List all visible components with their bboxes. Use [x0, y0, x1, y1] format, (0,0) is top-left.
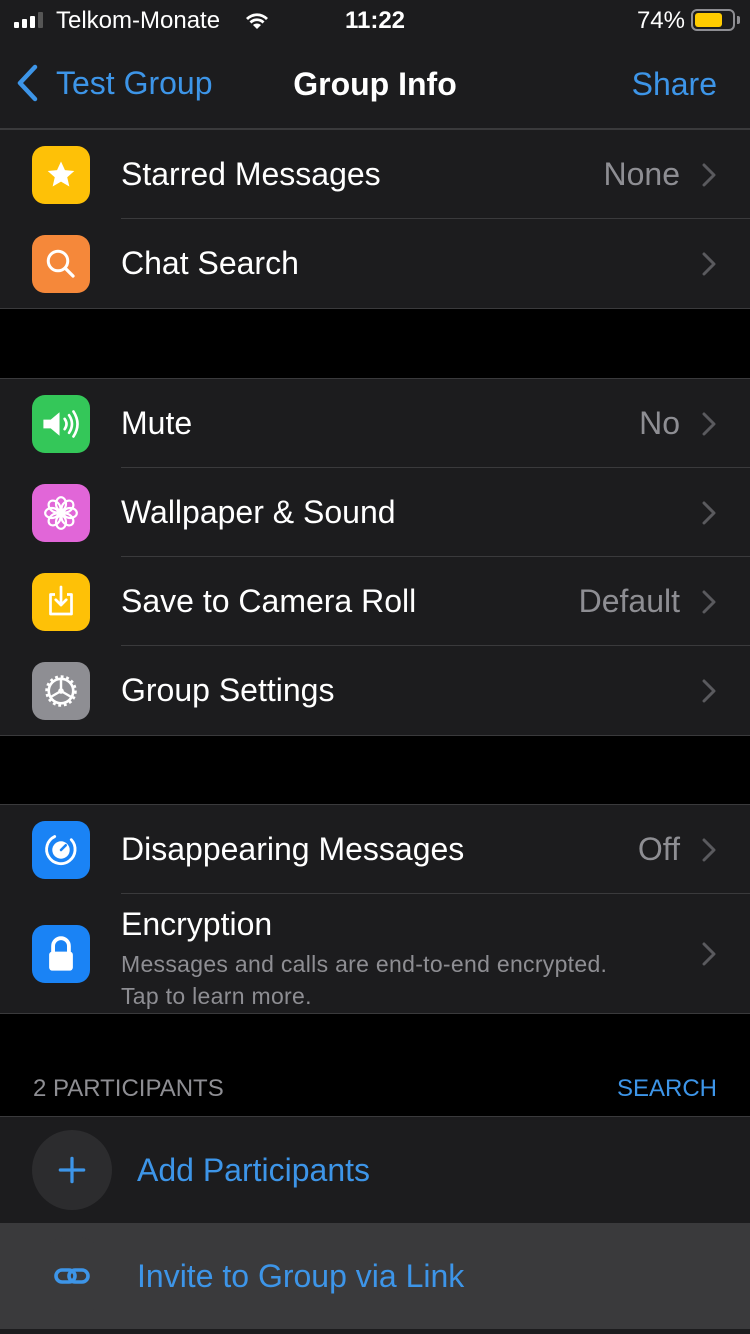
row-label: Disappearing Messages	[121, 831, 465, 867]
add-participants-label: Add Participants	[137, 1151, 371, 1188]
invite-via-link-row[interactable]: Invite to Group via Link	[0, 1223, 750, 1329]
row-label: Mute	[121, 405, 193, 441]
download-icon	[32, 572, 90, 631]
battery-percent: 74%	[636, 7, 685, 34]
row-value: None	[603, 156, 681, 192]
participants-header: 2 PARTICIPANTS SEARCH	[0, 1060, 750, 1116]
flower-icon	[32, 483, 90, 542]
participants-search-button[interactable]: SEARCH	[617, 1075, 717, 1103]
encryption-description: Messages and calls are end-to-end encryp…	[121, 948, 607, 1012]
status-bar: Telkom-Monate 11:22 74%	[0, 0, 750, 42]
mute-row[interactable]: Mute No	[0, 379, 750, 468]
group-settings-row[interactable]: Group Settings	[0, 646, 750, 735]
search-icon	[32, 234, 90, 293]
row-value: No	[639, 405, 680, 441]
chevron-right-icon	[702, 252, 716, 275]
settings-group-privacy: Disappearing Messages Off Encryption Mes…	[0, 804, 750, 1014]
row-value: Off	[637, 831, 680, 867]
chevron-right-icon	[702, 942, 716, 965]
disappearing-messages-row[interactable]: Disappearing Messages Off	[0, 805, 750, 894]
timer-icon	[32, 820, 90, 879]
link-icon	[32, 1236, 112, 1316]
wallpaper-sound-row[interactable]: Wallpaper & Sound	[0, 468, 750, 557]
chevron-right-icon	[702, 501, 716, 524]
starred-messages-row[interactable]: Starred Messages None	[0, 130, 750, 219]
gear-icon	[32, 661, 90, 720]
navigation-bar: Test Group Group Info Share	[0, 42, 750, 129]
share-button[interactable]: Share	[632, 66, 717, 103]
back-button[interactable]: Test Group	[16, 64, 213, 102]
invite-via-link-label: Invite to Group via Link	[137, 1257, 465, 1294]
chevron-right-icon	[702, 163, 716, 186]
speaker-icon	[32, 394, 90, 453]
plus-icon	[32, 1130, 112, 1210]
chevron-right-icon	[702, 679, 716, 702]
list-bottom-edge	[0, 1329, 750, 1334]
participants-count: 2 PARTICIPANTS	[33, 1075, 224, 1102]
battery-level	[695, 13, 722, 27]
settings-group-chat: Starred Messages None Chat Search	[0, 129, 750, 309]
row-label: Save to Camera Roll	[121, 583, 417, 619]
chevron-left-icon	[17, 64, 38, 102]
star-icon	[32, 145, 90, 204]
back-label: Test Group	[56, 64, 213, 101]
encryption-row[interactable]: Encryption Messages and calls are end-to…	[0, 894, 750, 1013]
chevron-right-icon	[702, 412, 716, 435]
save-camera-roll-row[interactable]: Save to Camera Roll Default	[0, 557, 750, 646]
row-label: Encryption	[121, 906, 273, 942]
chat-search-row[interactable]: Chat Search	[0, 219, 750, 308]
row-value: Default	[578, 583, 680, 619]
add-participants-row[interactable]: Add Participants	[0, 1116, 750, 1223]
row-label: Wallpaper & Sound	[121, 494, 396, 530]
battery-tip	[737, 16, 740, 24]
settings-group-notifications: Mute No Wallpaper & Sound Save to Camera…	[0, 378, 750, 736]
row-label: Starred Messages	[121, 156, 381, 192]
chevron-right-icon	[702, 590, 716, 613]
row-label: Chat Search	[121, 245, 299, 281]
encryption-line-1: Messages and calls are end-to-end encryp…	[121, 951, 608, 977]
battery-icon	[691, 9, 735, 31]
chevron-right-icon	[702, 838, 716, 861]
row-label: Group Settings	[121, 672, 335, 708]
lock-icon	[32, 924, 90, 983]
encryption-line-2: Tap to learn more.	[121, 983, 312, 1009]
